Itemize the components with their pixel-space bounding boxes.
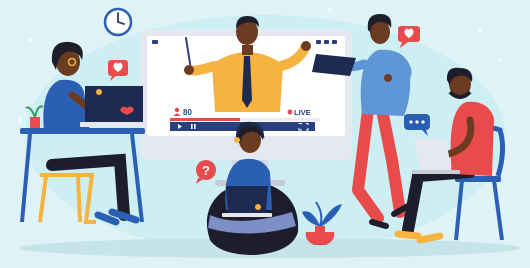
laptop	[414, 138, 452, 172]
live-label: LIVE	[294, 108, 311, 117]
online-learning-illustration: 80 LIVE ?	[0, 0, 530, 268]
laptop	[226, 186, 268, 213]
user-icon	[174, 107, 180, 113]
viewer-count-value: 80	[183, 108, 192, 117]
laptop	[85, 86, 143, 122]
progress-bar[interactable]	[170, 118, 240, 121]
clock-icon	[103, 7, 133, 37]
illustration-canvas: 80 LIVE ?	[18, 7, 520, 258]
svg-text:?: ?	[202, 163, 210, 178]
